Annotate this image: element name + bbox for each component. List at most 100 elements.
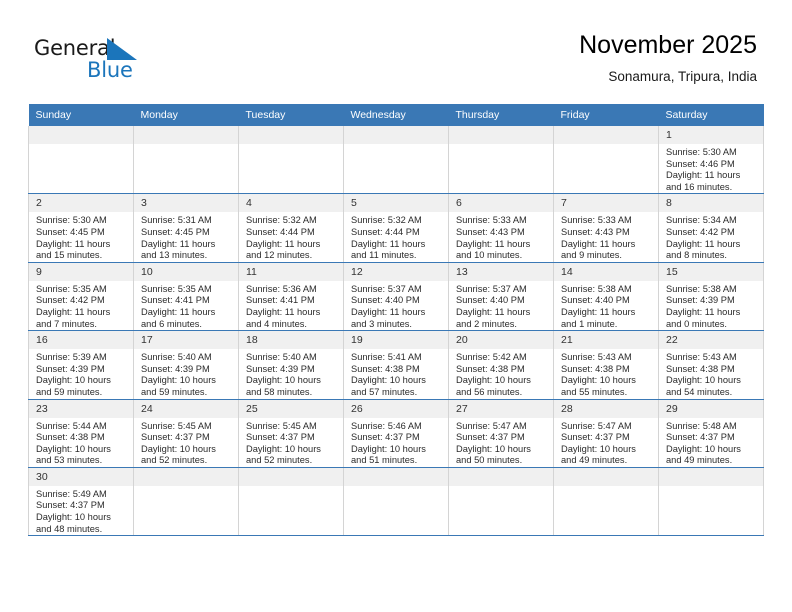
calendar-cell-inner: 9 Sunrise: 5:35 AM Sunset: 4:42 PM Daylight… bbox=[29, 262, 133, 330]
calendar-cell-inner: 13 Sunrise: 5:37 AM Sunset: 4:40 PM Dayligh… bbox=[449, 262, 553, 330]
general-blue-logo[interactable]: General Blue bbox=[34, 36, 234, 88]
calendar-day-cell[interactable]: 28 Sunrise: 5:47 AM Sunset: 4:37 PM Dayligh… bbox=[553, 399, 659, 468]
sunset-text: Sunset: 4:43 PM bbox=[561, 226, 630, 237]
daylight-text-line2: and 1 minute. bbox=[561, 318, 618, 329]
calendar-day-cell[interactable]: 9 Sunrise: 5:35 AM Sunset: 4:42 PM Daylight… bbox=[28, 262, 134, 332]
calendar-day-cell[interactable]: 15 Sunrise: 5:38 AM Sunset: 4:39 PM Dayligh… bbox=[658, 262, 764, 332]
sunrise-text: Sunrise: 5:49 AM bbox=[36, 488, 107, 499]
daylight-text-line2: and 6 minutes. bbox=[141, 318, 202, 329]
sunrise-text: Sunrise: 5:37 AM bbox=[351, 283, 422, 294]
calendar-day-cell[interactable]: 6 Sunrise: 5:33 AM Sunset: 4:43 PM Daylight… bbox=[448, 193, 554, 263]
calendar-cell-inner: 17 Sunrise: 5:40 AM Sunset: 4:39 PM Dayligh… bbox=[134, 331, 238, 398]
calendar-page: General Blue November 2025 Sonamura, Tri… bbox=[0, 0, 792, 612]
sunrise-text: Sunrise: 5:48 AM bbox=[666, 420, 737, 431]
calendar-day-cell[interactable]: 7 Sunrise: 5:33 AM Sunset: 4:43 PM Daylight… bbox=[553, 193, 659, 263]
daylight-text-line1: Daylight: 11 hours bbox=[36, 238, 111, 249]
daylight-text-line1: Daylight: 11 hours bbox=[246, 306, 321, 317]
sunrise-text: Sunrise: 5:46 AM bbox=[351, 420, 422, 431]
calendar-day-cell[interactable]: 5 Sunrise: 5:32 AM Sunset: 4:44 PM Daylight… bbox=[343, 193, 449, 263]
day-number: 26 bbox=[344, 399, 448, 418]
sunrise-text: Sunrise: 5:45 AM bbox=[141, 420, 212, 431]
sunrise-text: Sunrise: 5:35 AM bbox=[141, 283, 212, 294]
calendar-day-cell[interactable]: 25 Sunrise: 5:45 AM Sunset: 4:37 PM Dayligh… bbox=[238, 399, 344, 468]
calendar-cell-inner: 15 Sunrise: 5:38 AM Sunset: 4:39 PM Dayligh… bbox=[659, 262, 763, 330]
day-info: Sunrise: 5:36 AM Sunset: 4:41 PM Daylight:… bbox=[239, 281, 343, 330]
calendar-day-cell[interactable]: 24 Sunrise: 5:45 AM Sunset: 4:37 PM Dayligh… bbox=[133, 399, 239, 468]
daylight-text-line2: and 55 minutes. bbox=[561, 386, 628, 397]
day-info: Sunrise: 5:42 AM Sunset: 4:38 PM Daylight:… bbox=[449, 349, 553, 398]
daylight-text-line1: Daylight: 10 hours bbox=[141, 443, 216, 454]
daylight-text-line1: Daylight: 11 hours bbox=[666, 238, 741, 249]
day-info: Sunrise: 5:37 AM Sunset: 4:40 PM Daylight:… bbox=[344, 281, 448, 330]
daylight-text-line2: and 59 minutes. bbox=[141, 386, 208, 397]
calendar-cell-inner: 22 Sunrise: 5:43 AM Sunset: 4:38 PM Dayligh… bbox=[659, 331, 763, 398]
calendar-day-cell[interactable]: 17 Sunrise: 5:40 AM Sunset: 4:39 PM Dayligh… bbox=[133, 330, 239, 400]
calendar-day-cell[interactable]: 8 Sunrise: 5:34 AM Sunset: 4:42 PM Daylight… bbox=[658, 193, 764, 263]
day-number: 11 bbox=[239, 262, 343, 281]
calendar-header-row: Sunday Monday Tuesday Wednesday Thursday… bbox=[28, 104, 764, 126]
day-info: Sunrise: 5:33 AM Sunset: 4:43 PM Daylight:… bbox=[554, 212, 658, 261]
daylight-text-line2: and 52 minutes. bbox=[246, 455, 313, 466]
calendar-day-cell[interactable]: 23 Sunrise: 5:44 AM Sunset: 4:38 PM Dayligh… bbox=[28, 399, 134, 468]
sunrise-text: Sunrise: 5:34 AM bbox=[666, 215, 737, 226]
daylight-text-line1: Daylight: 10 hours bbox=[351, 443, 426, 454]
daylight-text-line2: and 13 minutes. bbox=[141, 250, 208, 261]
sunrise-text: Sunrise: 5:30 AM bbox=[36, 215, 107, 226]
calendar-day-cell[interactable]: 3 Sunrise: 5:31 AM Sunset: 4:45 PM Daylight… bbox=[133, 193, 239, 263]
calendar-day-cell[interactable]: 2 Sunrise: 5:30 AM Sunset: 4:45 PM Daylight… bbox=[28, 193, 134, 263]
calendar-cell-inner: 14 Sunrise: 5:38 AM Sunset: 4:40 PM Dayligh… bbox=[554, 262, 658, 330]
calendar-day-cell[interactable]: 21 Sunrise: 5:43 AM Sunset: 4:38 PM Dayligh… bbox=[553, 330, 659, 400]
calendar-day-cell[interactable]: 12 Sunrise: 5:37 AM Sunset: 4:40 PM Dayligh… bbox=[343, 262, 449, 332]
calendar-week-row: 1 Sunrise: 5:30 AM Sunset: 4:46 PM Daylight… bbox=[28, 126, 764, 195]
sunset-text: Sunset: 4:37 PM bbox=[351, 432, 420, 443]
calendar-day-cell[interactable]: 16 Sunrise: 5:39 AM Sunset: 4:39 PM Dayligh… bbox=[28, 330, 134, 400]
day-number: 18 bbox=[239, 331, 343, 350]
calendar-day-cell[interactable]: 29 Sunrise: 5:48 AM Sunset: 4:37 PM Dayligh… bbox=[658, 399, 764, 468]
calendar-day-cell[interactable]: 11 Sunrise: 5:36 AM Sunset: 4:41 PM Dayligh… bbox=[238, 262, 344, 332]
day-info: Sunrise: 5:31 AM Sunset: 4:45 PM Daylight:… bbox=[134, 212, 238, 261]
weekday-header-sunday: Sunday bbox=[28, 104, 134, 126]
calendar-day-cell[interactable]: 18 Sunrise: 5:40 AM Sunset: 4:39 PM Dayligh… bbox=[238, 330, 344, 400]
calendar-day-cell[interactable]: 13 Sunrise: 5:37 AM Sunset: 4:40 PM Dayligh… bbox=[448, 262, 554, 332]
day-number: 12 bbox=[344, 262, 448, 281]
daylight-text-line2: and 48 minutes. bbox=[36, 523, 103, 534]
sunset-text: Sunset: 4:39 PM bbox=[666, 295, 735, 306]
weekday-header-thursday: Thursday bbox=[448, 104, 554, 126]
calendar-day-cell[interactable]: 30 Sunrise: 5:49 AM Sunset: 4:37 PM Dayligh… bbox=[28, 467, 134, 537]
sunset-text: Sunset: 4:39 PM bbox=[246, 363, 315, 374]
sunrise-text: Sunrise: 5:41 AM bbox=[351, 352, 422, 363]
calendar-table: Sunday Monday Tuesday Wednesday Thursday… bbox=[28, 104, 764, 537]
day-info: Sunrise: 5:43 AM Sunset: 4:38 PM Daylight:… bbox=[554, 349, 658, 398]
calendar-cell-inner: 25 Sunrise: 5:45 AM Sunset: 4:37 PM Dayligh… bbox=[239, 399, 343, 467]
calendar-cell-inner: 10 Sunrise: 5:35 AM Sunset: 4:41 PM Dayligh… bbox=[134, 262, 238, 330]
calendar-day-cell[interactable]: 4 Sunrise: 5:32 AM Sunset: 4:44 PM Daylight… bbox=[238, 193, 344, 263]
calendar-cell-empty bbox=[343, 126, 449, 195]
calendar-cell-inner: 6 Sunrise: 5:33 AM Sunset: 4:43 PM Daylight… bbox=[449, 194, 553, 261]
calendar-cell-empty bbox=[553, 126, 659, 195]
day-info: Sunrise: 5:49 AM Sunset: 4:37 PM Daylight:… bbox=[29, 486, 133, 535]
calendar-day-cell[interactable]: 22 Sunrise: 5:43 AM Sunset: 4:38 PM Dayligh… bbox=[658, 330, 764, 400]
sunset-text: Sunset: 4:40 PM bbox=[561, 295, 630, 306]
day-info: Sunrise: 5:46 AM Sunset: 4:37 PM Daylight:… bbox=[344, 418, 448, 467]
calendar-day-cell[interactable]: 20 Sunrise: 5:42 AM Sunset: 4:38 PM Dayligh… bbox=[448, 330, 554, 400]
sunset-text: Sunset: 4:45 PM bbox=[36, 226, 105, 237]
calendar-day-cell[interactable]: 14 Sunrise: 5:38 AM Sunset: 4:40 PM Dayligh… bbox=[553, 262, 659, 332]
calendar-cell-inner bbox=[449, 126, 553, 193]
calendar-day-cell[interactable]: 26 Sunrise: 5:46 AM Sunset: 4:37 PM Dayligh… bbox=[343, 399, 449, 468]
daylight-text-line1: Daylight: 10 hours bbox=[246, 375, 321, 386]
calendar-day-cell[interactable]: 27 Sunrise: 5:47 AM Sunset: 4:37 PM Dayligh… bbox=[448, 399, 554, 468]
daylight-text-line2: and 58 minutes. bbox=[246, 386, 313, 397]
calendar-day-cell[interactable]: 10 Sunrise: 5:35 AM Sunset: 4:41 PM Dayligh… bbox=[133, 262, 239, 332]
day-number: 29 bbox=[659, 399, 763, 418]
day-info: Sunrise: 5:37 AM Sunset: 4:40 PM Daylight:… bbox=[449, 281, 553, 330]
calendar-day-cell[interactable]: 1 Sunrise: 5:30 AM Sunset: 4:46 PM Daylight… bbox=[658, 126, 764, 195]
day-number: 17 bbox=[134, 331, 238, 350]
day-info: Sunrise: 5:30 AM Sunset: 4:46 PM Daylight:… bbox=[659, 144, 763, 193]
daylight-text-line1: Daylight: 10 hours bbox=[351, 375, 426, 386]
calendar-day-cell[interactable]: 19 Sunrise: 5:41 AM Sunset: 4:38 PM Dayligh… bbox=[343, 330, 449, 400]
daylight-text-line1: Daylight: 11 hours bbox=[246, 238, 321, 249]
page-subtitle: Sonamura, Tripura, India bbox=[608, 69, 757, 84]
daylight-text-line1: Daylight: 11 hours bbox=[456, 306, 531, 317]
daylight-text-line1: Daylight: 10 hours bbox=[246, 443, 321, 454]
day-number: 9 bbox=[29, 262, 133, 281]
